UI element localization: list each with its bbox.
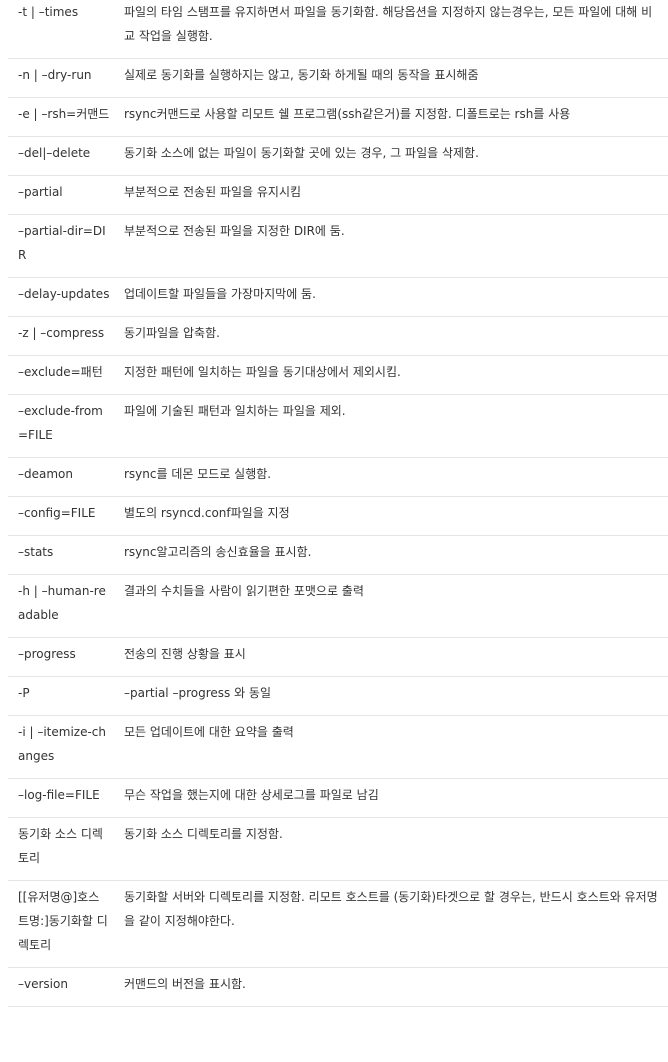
option-cell: –exclude=패턴 [18, 365, 103, 379]
table-row: -t | –times 파일의 타임 스탬프를 유지하면서 파일을 동기화함. 해… [8, 0, 668, 59]
table-row: -i | –itemize-changes 모든 업데이트에 대한 요약을 출력 [8, 716, 668, 779]
table-row: –exclude=패턴 지정한 패턴에 일치하는 파일을 동기대상에서 제외시킴. [8, 356, 668, 395]
table-row: -n | –dry-run 실제로 동기화를 실행하지는 않고, 동기화 하게될 … [8, 59, 668, 98]
description-cell: 파일에 기술된 패턴과 일치하는 파일을 제외. [124, 404, 346, 418]
option-cell: -e | –rsh=커맨드 [18, 107, 110, 121]
table-row: [[유저명@]호스트명:]동기화할 디렉토리 동기화할 서버와 디렉토리를 지정함… [8, 881, 668, 968]
description-cell: rsync를 데몬 모드로 실행함. [124, 467, 272, 481]
description-cell: 실제로 동기화를 실행하지는 않고, 동기화 하게될 때의 동작을 표시해줌 [124, 68, 479, 82]
option-cell: –exclude-from=FILE [18, 404, 103, 442]
description-cell: 동기화 소스 디렉토리를 지정함. [124, 827, 283, 841]
option-cell: -z | –compress [18, 326, 105, 340]
table-row: -z | –compress 동기파일을 압축함. [8, 317, 668, 356]
table-row: -e | –rsh=커맨드 rsync커맨드로 사용할 리모트 쉘 프로그램(ss… [8, 98, 668, 137]
option-cell: –del|–delete [18, 146, 91, 160]
description-cell: 부분적으로 전송된 파일을 지정한 DIR에 둠. [124, 224, 345, 238]
option-cell: –version [18, 977, 68, 991]
table-row: 동기화 소스 디렉토리 동기화 소스 디렉토리를 지정함. [8, 818, 668, 881]
options-table: -t | –times 파일의 타임 스탬프를 유지하면서 파일을 동기화함. 해… [8, 0, 668, 1007]
description-cell: 전송의 진행 상황을 표시 [124, 647, 246, 661]
description-cell: 부분적으로 전송된 파일을 유지시킴 [124, 185, 302, 199]
options-table-body: -t | –times 파일의 타임 스탬프를 유지하면서 파일을 동기화함. 해… [8, 0, 668, 1007]
description-cell: 파일의 타임 스탬프를 유지하면서 파일을 동기화함. 해당옵션을 지정하지 않… [124, 5, 653, 43]
table-row: -h | –human-readable 결과의 수치들을 사람이 읽기편한 포맷… [8, 575, 668, 638]
table-row: –progress 전송의 진행 상황을 표시 [8, 638, 668, 677]
table-row: –config=FILE 별도의 rsyncd.conf파일을 지정 [8, 497, 668, 536]
table-row: –stats rsync알고리즘의 송신효율을 표시함. [8, 536, 668, 575]
description-cell: 동기화할 서버와 디렉토리를 지정함. 리모트 호스트를 (동기화)타겟으로 할… [124, 890, 658, 928]
option-cell: 동기화 소스 디렉토리 [18, 827, 103, 865]
description-cell: 동기파일을 압축함. [124, 326, 220, 340]
description-cell: 지정한 패턴에 일치하는 파일을 동기대상에서 제외시킴. [124, 365, 401, 379]
description-cell: 모든 업데이트에 대한 요약을 출력 [124, 725, 294, 739]
description-cell: rsync커맨드로 사용할 리모트 쉘 프로그램(ssh같은거)를 지정함. 디… [124, 107, 571, 121]
option-cell: -P [18, 686, 30, 700]
option-cell: –config=FILE [18, 506, 96, 520]
table-row: –partial 부분적으로 전송된 파일을 유지시킴 [8, 176, 668, 215]
option-cell: -h | –human-readable [18, 584, 106, 622]
table-row: –exclude-from=FILE 파일에 기술된 패턴과 일치하는 파일을 제… [8, 395, 668, 458]
option-cell: –progress [18, 647, 76, 661]
table-row: -P –partial –progress 와 동일 [8, 677, 668, 716]
option-cell: –partial-dir=DIR [18, 224, 106, 262]
description-cell: 커맨드의 버전을 표시함. [124, 977, 246, 991]
description-cell: 동기화 소스에 없는 파일이 동기화할 곳에 있는 경우, 그 파일을 삭제함. [124, 146, 479, 160]
table-row: –partial-dir=DIR 부분적으로 전송된 파일을 지정한 DIR에 둠… [8, 215, 668, 278]
description-cell: rsync알고리즘의 송신효율을 표시함. [124, 545, 312, 559]
description-cell: 별도의 rsyncd.conf파일을 지정 [124, 506, 290, 520]
option-cell: [[유저명@]호스트명:]동기화할 디렉토리 [18, 890, 108, 952]
option-cell: -t | –times [18, 5, 79, 19]
table-row: –log-file=FILE 무슨 작업을 했는지에 대한 상세로그를 파일로 남… [8, 779, 668, 818]
option-cell: –partial [18, 185, 63, 199]
option-cell: -n | –dry-run [18, 68, 92, 82]
option-cell: –deamon [18, 467, 73, 481]
table-row: –deamon rsync를 데몬 모드로 실행함. [8, 458, 668, 497]
description-cell: 결과의 수치들을 사람이 읽기편한 포맷으로 출력 [124, 584, 364, 598]
description-cell: –partial –progress 와 동일 [124, 686, 271, 700]
table-row: –version 커맨드의 버전을 표시함. [8, 968, 668, 1007]
option-cell: –delay-updates [18, 287, 110, 301]
option-cell: -i | –itemize-changes [18, 725, 106, 763]
table-row: –delay-updates 업데이트할 파일들을 가장마지막에 둠. [8, 278, 668, 317]
table-row: –del|–delete 동기화 소스에 없는 파일이 동기화할 곳에 있는 경우… [8, 137, 668, 176]
option-cell: –log-file=FILE [18, 788, 100, 802]
description-cell: 무슨 작업을 했는지에 대한 상세로그를 파일로 남김 [124, 788, 379, 802]
description-cell: 업데이트할 파일들을 가장마지막에 둠. [124, 287, 316, 301]
option-cell: –stats [18, 545, 54, 559]
